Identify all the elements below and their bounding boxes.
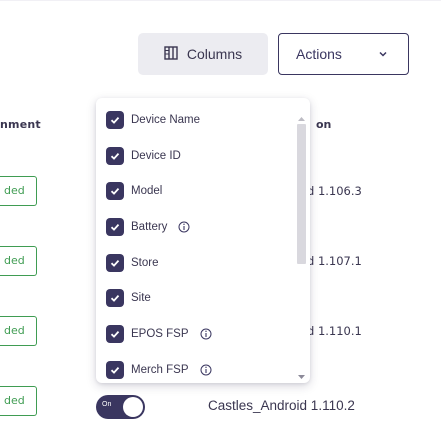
chevron-down-icon bbox=[378, 46, 388, 62]
checkbox-checked[interactable] bbox=[106, 182, 124, 200]
menu-item-epos-fsp[interactable]: EPOS FSP bbox=[106, 325, 212, 343]
menu-item-site[interactable]: Site bbox=[106, 289, 151, 307]
menu-item-store[interactable]: Store bbox=[106, 254, 159, 272]
column-header-environment[interactable]: nment bbox=[0, 118, 41, 131]
checkbox-checked[interactable] bbox=[106, 147, 124, 165]
toggle-label: On bbox=[102, 401, 112, 408]
info-icon[interactable] bbox=[200, 328, 212, 340]
menu-item-merch-fsp[interactable]: Merch FSP bbox=[106, 361, 212, 379]
actions-button[interactable]: Actions bbox=[278, 33, 409, 75]
column-header-version[interactable]: on bbox=[316, 118, 331, 131]
menu-item-device-name[interactable]: Device Name bbox=[106, 111, 200, 129]
actions-button-label: Actions bbox=[296, 46, 342, 62]
toggle-knob bbox=[123, 397, 143, 417]
scroll-down-arrow-icon[interactable] bbox=[297, 365, 306, 384]
columns-icon bbox=[164, 45, 178, 63]
scrollbar-thumb[interactable] bbox=[297, 124, 306, 264]
status-badge: ded bbox=[0, 386, 37, 416]
status-badge: ded bbox=[0, 246, 37, 276]
app-version-cell: d 1.106.3 bbox=[307, 184, 362, 198]
menu-item-label: Model bbox=[131, 185, 163, 197]
info-icon[interactable] bbox=[200, 364, 212, 376]
menu-item-label: Merch FSP bbox=[131, 364, 189, 376]
top-divider bbox=[0, 0, 441, 1]
checkbox-checked[interactable] bbox=[106, 111, 124, 129]
columns-menu: Device Name Device ID Model Battery Stor… bbox=[96, 98, 310, 383]
status-badge: ded bbox=[0, 316, 37, 346]
menu-item-label: Store bbox=[131, 257, 159, 269]
app-version-cell: d 1.110.1 bbox=[307, 324, 362, 338]
menu-item-device-id[interactable]: Device ID bbox=[106, 147, 181, 165]
menu-item-model[interactable]: Model bbox=[106, 182, 162, 200]
status-badge: ded bbox=[0, 176, 37, 206]
menu-item-label: Device ID bbox=[131, 150, 181, 162]
app-version-cell: Castles_Android 1.110.2 bbox=[208, 398, 355, 413]
checkbox-checked[interactable] bbox=[106, 254, 124, 272]
columns-button-label: Columns bbox=[186, 46, 243, 62]
menu-item-label: Battery bbox=[131, 221, 168, 233]
menu-item-label: Site bbox=[131, 292, 151, 304]
app-version-cell: d 1.107.1 bbox=[307, 254, 362, 268]
checkbox-checked[interactable] bbox=[106, 218, 124, 236]
menu-item-label: Device Name bbox=[131, 114, 201, 126]
menu-item-label: EPOS FSP bbox=[131, 328, 189, 340]
checkbox-checked[interactable] bbox=[106, 361, 124, 379]
info-icon[interactable] bbox=[178, 221, 190, 233]
menu-item-battery[interactable]: Battery bbox=[106, 218, 190, 236]
columns-button[interactable]: Columns bbox=[138, 33, 268, 75]
checkbox-checked[interactable] bbox=[106, 289, 124, 307]
status-toggle[interactable]: On bbox=[96, 395, 145, 419]
checkbox-checked[interactable] bbox=[106, 325, 124, 343]
